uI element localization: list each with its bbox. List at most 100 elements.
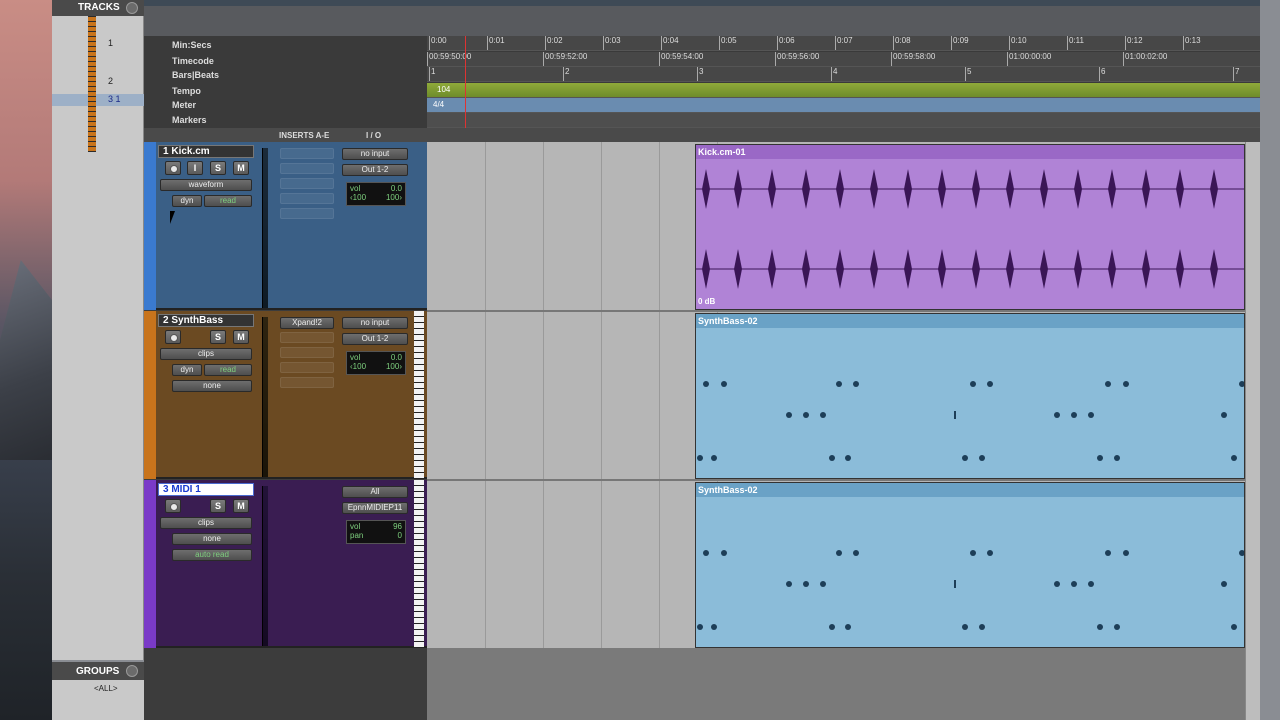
track-name-label[interactable]: Kick.cm [171, 146, 209, 157]
track-list-row[interactable]: 1 [52, 38, 144, 50]
inserts-column: Xpand!2 [276, 311, 338, 479]
input-selector[interactable]: no input [342, 317, 408, 329]
min-secs-ruler[interactable]: 0:00 0:01 0:02 0:03 0:04 0:05 0:06 0:07 … [427, 36, 1260, 51]
track-kick[interactable]: 1 Kick.cm I S M waveform dyn read no inp… [144, 142, 427, 310]
output-selector[interactable]: EpnnMIDIEP11 [342, 502, 408, 514]
tracks-popup-icon[interactable] [126, 2, 138, 14]
clip-gain-label[interactable]: 0 dB [698, 297, 715, 306]
track-list-number: 1 [108, 38, 114, 48]
min-secs-tick: 0:02 [545, 36, 563, 50]
track-view-selector[interactable]: waveform [160, 179, 252, 191]
volume-pan-box[interactable]: vol 96 pan 0 [346, 520, 406, 544]
empty-timeline-area[interactable] [427, 648, 1245, 720]
insert-slot[interactable] [280, 377, 334, 388]
io-column: All EpnnMIDIEP11 vol 96 pan 0 [340, 480, 412, 648]
vertical-scrollbar[interactable] [1245, 142, 1260, 720]
input-selector[interactable]: All [342, 486, 408, 498]
min-secs-tick: 0:01 [487, 36, 505, 50]
track-view-selector[interactable]: clips [160, 348, 252, 360]
output-selector[interactable]: Out 1-2 [342, 164, 408, 176]
insert-slot[interactable] [280, 178, 334, 189]
insert-slot[interactable] [280, 193, 334, 204]
window-right-edge [1260, 0, 1280, 720]
tempo-value: 104 [437, 85, 451, 94]
insert-plugin-xpand[interactable]: Xpand!2 [280, 317, 334, 329]
insert-slot[interactable] [280, 208, 334, 219]
record-enable-button[interactable] [165, 499, 181, 513]
volume-value: 0.0 [390, 353, 402, 362]
track-level-meter [262, 486, 268, 646]
timecode-tick: 00:59:56:00 [774, 52, 820, 66]
io-column-header[interactable]: I / O [366, 131, 381, 140]
ruler-label-timecode[interactable]: Timecode [172, 56, 214, 66]
midi-clip-synthbass[interactable]: SynthBass-02 [695, 313, 1245, 479]
toolbar-scroll-bar[interactable] [144, 0, 1280, 6]
insert-slot[interactable] [280, 148, 334, 159]
ruler-label-markers[interactable]: Markers [172, 115, 207, 125]
insert-slot[interactable] [280, 332, 334, 343]
timebase-selector[interactable]: dyn [172, 195, 202, 207]
input-monitor-button[interactable]: I [187, 161, 203, 175]
volume-pan-box[interactable]: vol 0.0 ‹100 100› [346, 182, 406, 206]
midi-clip-midi1[interactable]: SynthBass-02 [695, 482, 1245, 648]
mute-button[interactable]: M [233, 330, 249, 344]
track-list-color-strip [88, 2, 96, 152]
timebase-selector[interactable]: dyn [172, 364, 202, 376]
automation-mode-selector[interactable]: read [204, 195, 252, 207]
ruler-label-tempo[interactable]: Tempo [172, 86, 201, 96]
track-level-meter [262, 148, 268, 308]
timecode-ruler[interactable]: 00:59:50:00 00:59:52:00 00:59:54:00 00:5… [426, 52, 1260, 67]
mute-button[interactable]: M [233, 499, 249, 513]
min-secs-tick: 0:00 [429, 36, 447, 50]
track-view-selector[interactable]: clips [160, 517, 252, 529]
mute-button[interactable]: M [233, 161, 249, 175]
playhead[interactable] [465, 36, 466, 128]
grid-line [485, 142, 486, 648]
midi-keyboard[interactable] [414, 480, 424, 648]
meter-ruler[interactable]: 4/4 [427, 98, 1260, 113]
group-all-label[interactable]: <ALL> [94, 684, 118, 693]
input-selector[interactable]: no input [342, 148, 408, 160]
timecode-tick: 01:00:00:00 [1006, 52, 1052, 66]
timeline-area[interactable]: Kick.cm-01 0 dB SynthBass-02 SynthBass-0… [427, 142, 1245, 648]
record-enable-button[interactable] [165, 161, 181, 175]
automation-mode-selector[interactable]: auto read [172, 549, 252, 561]
bar-tick: 5 [964, 67, 972, 81]
track-list-row[interactable]: 3 1 [52, 94, 144, 106]
groups-popup-icon[interactable] [126, 665, 138, 677]
ruler-label-bars-beats[interactable]: Bars|Beats [172, 70, 219, 80]
bars-beats-ruler[interactable]: 1 2 3 4 5 6 7 [427, 67, 1260, 82]
volume-pan-box[interactable]: vol 0.0 ‹100 100› [346, 351, 406, 375]
insert-slot[interactable] [280, 163, 334, 174]
midi-keyboard[interactable] [414, 311, 424, 479]
automation-mode-selector[interactable]: read [204, 364, 252, 376]
track-name-label[interactable]: SynthBass [171, 315, 223, 326]
volume-label: vol [350, 184, 361, 193]
output-selector[interactable]: Out 1-2 [342, 333, 408, 345]
volume-label: vol [350, 353, 361, 362]
record-enable-button[interactable] [165, 330, 181, 344]
inserts-column-header[interactable]: INSERTS A-E [279, 131, 329, 140]
patch-selector[interactable]: none [172, 380, 252, 392]
track-name-label[interactable]: MIDI 1 [171, 484, 200, 495]
patch-selector[interactable]: none [172, 533, 252, 545]
track-divider [427, 479, 1245, 481]
mountain-graphic [0, 260, 52, 460]
insert-slot[interactable] [280, 362, 334, 373]
tempo-ruler[interactable]: 104 [427, 83, 1260, 98]
markers-ruler[interactable] [427, 113, 1260, 128]
solo-button[interactable]: S [210, 161, 226, 175]
solo-button[interactable]: S [210, 330, 226, 344]
track-list-row[interactable]: 2 [52, 76, 144, 88]
audio-clip-kick[interactable]: Kick.cm-01 0 dB [695, 144, 1245, 310]
timecode-tick: 00:59:58:00 [890, 52, 936, 66]
ruler-label-meter[interactable]: Meter [172, 100, 196, 110]
ruler-label-min-secs[interactable]: Min:Secs [172, 40, 212, 50]
desktop-background [0, 0, 52, 720]
solo-button[interactable]: S [210, 499, 226, 513]
track-name: 3 MIDI 1 [158, 483, 254, 496]
track-midi-1[interactable]: 3 MIDI 1 S M clips none auto read All Ep… [144, 480, 427, 648]
track-synthbass[interactable]: 2 SynthBass S M clips dyn read none Xpan… [144, 311, 427, 479]
insert-slot[interactable] [280, 347, 334, 358]
min-secs-tick: 0:11 [1067, 36, 1084, 50]
